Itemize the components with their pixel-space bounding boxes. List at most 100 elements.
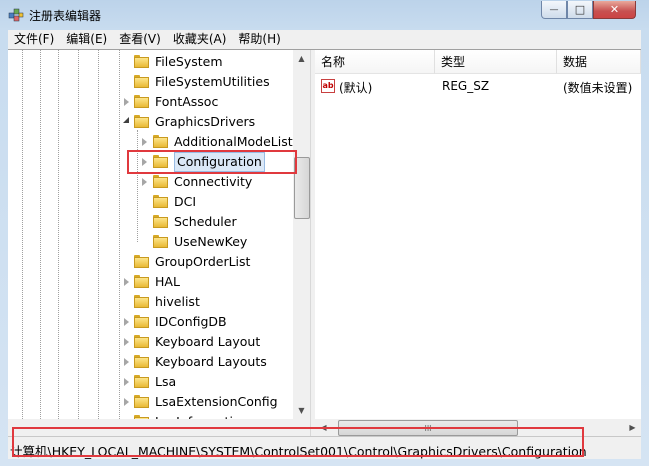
- value-name: (默认): [339, 81, 373, 95]
- registry-tree[interactable]: FileSystem FileSystemUtilities FontAssoc Gr…: [8, 50, 310, 436]
- tree-item-label: GroupOrderList: [155, 254, 251, 269]
- title-bar[interactable]: 注册表编辑器 — □ ✕: [0, 0, 649, 30]
- string-value-icon: ab: [321, 79, 335, 93]
- tree-bottom-edge: [8, 419, 310, 436]
- tree-item-label: FileSystemUtilities: [155, 74, 270, 89]
- tree-item[interactable]: Connectivity: [8, 172, 293, 192]
- tree-item[interactable]: LsaExtensionConfig: [8, 392, 293, 412]
- tree-item-label: Keyboard Layouts: [155, 354, 267, 369]
- menu-favorites[interactable]: 收藏夹(A): [167, 30, 233, 49]
- tree-item-label: Configuration: [174, 152, 265, 172]
- folder-icon: [153, 135, 168, 148]
- folder-icon: [134, 115, 149, 128]
- status-bar: 计算机\HKEY_LOCAL_MACHINE\SYSTEM\ControlSet…: [8, 436, 641, 459]
- scroll-up-arrow-icon[interactable]: ▲: [293, 50, 310, 67]
- registry-editor-icon: [8, 8, 24, 22]
- menu-help[interactable]: 帮助(H): [232, 30, 286, 49]
- collapsed-arrow-icon[interactable]: [124, 98, 129, 106]
- collapsed-arrow-icon[interactable]: [142, 178, 147, 186]
- tree-item-label: Keyboard Layout: [155, 334, 261, 349]
- folder-icon: [134, 295, 149, 308]
- tree-item[interactable]: GraphicsDrivers: [8, 112, 293, 132]
- collapsed-arrow-icon[interactable]: [124, 358, 129, 366]
- menu-bar: 文件(F) 编辑(E) 查看(V) 收藏夹(A) 帮助(H): [8, 30, 641, 49]
- scroll-right-arrow-icon[interactable]: ▶: [624, 419, 641, 436]
- tree-item[interactable]: DCI: [8, 192, 293, 212]
- folder-icon: [153, 175, 168, 188]
- tree-item[interactable]: UseNewKey: [8, 232, 293, 252]
- close-icon: ✕: [609, 3, 620, 16]
- folder-icon: [153, 155, 168, 168]
- column-header-name[interactable]: 名称: [315, 50, 435, 74]
- collapsed-arrow-icon[interactable]: [124, 398, 129, 406]
- menu-view[interactable]: 查看(V): [113, 30, 167, 49]
- expanded-arrow-icon[interactable]: [123, 117, 129, 123]
- tree-item-label: FileSystem: [155, 54, 223, 69]
- maximize-button[interactable]: □: [567, 1, 593, 19]
- close-button[interactable]: ✕: [593, 1, 636, 19]
- column-header-type[interactable]: 类型: [435, 50, 557, 74]
- tree-scroll-thumb[interactable]: [294, 157, 310, 219]
- tree-item-label: Lsa: [155, 374, 177, 389]
- minimize-icon: —: [549, 4, 559, 15]
- collapsed-arrow-icon[interactable]: [124, 378, 129, 386]
- tree-item[interactable]: FileSystem: [8, 52, 293, 72]
- folder-icon: [153, 195, 168, 208]
- scroll-left-arrow-icon[interactable]: ◀: [315, 419, 332, 436]
- folder-icon: [134, 95, 149, 108]
- tree-item-label: hivelist: [155, 294, 200, 309]
- tree-item[interactable]: FontAssoc: [8, 92, 293, 112]
- folder-icon: [153, 215, 168, 228]
- folder-icon: [134, 355, 149, 368]
- folder-icon: [134, 55, 149, 68]
- tree-item-label: LsaExtensionConfig: [155, 394, 278, 409]
- values-list[interactable]: 名称 类型 数据 ab (默认) REG_SZ (数值未设置) ◀ III ▶: [315, 50, 641, 436]
- folder-icon: [134, 335, 149, 348]
- list-scroll-thumb[interactable]: III: [338, 420, 518, 436]
- tree-item[interactable]: Keyboard Layout: [8, 332, 293, 352]
- collapsed-arrow-icon[interactable]: [124, 338, 129, 346]
- collapsed-arrow-icon[interactable]: [124, 318, 129, 326]
- collapsed-arrow-icon[interactable]: [124, 278, 129, 286]
- tree-item[interactable]: Scheduler: [8, 212, 293, 232]
- minimize-button[interactable]: —: [541, 1, 567, 19]
- tree-item[interactable]: Lsa: [8, 372, 293, 392]
- tree-item[interactable]: Keyboard Layouts: [8, 352, 293, 372]
- collapsed-arrow-icon[interactable]: [142, 158, 147, 166]
- tree-item-label: FontAssoc: [155, 94, 219, 109]
- registry-path: 计算机\HKEY_LOCAL_MACHINE\SYSTEM\ControlSet…: [10, 444, 587, 459]
- folder-icon: [134, 275, 149, 288]
- tree-vertical-scrollbar[interactable]: ▲ ▼: [293, 50, 310, 419]
- tree-item[interactable]: HAL: [8, 272, 293, 292]
- tree-item-label: HAL: [155, 274, 180, 289]
- folder-icon: [134, 75, 149, 88]
- tree-item[interactable]: AdditionalModeLists: [8, 132, 299, 152]
- tree-item[interactable]: FileSystemUtilities: [8, 72, 293, 92]
- content-area: FileSystem FileSystemUtilities FontAssoc Gr…: [8, 49, 641, 437]
- tree-item-label: Scheduler: [174, 214, 237, 229]
- window-title: 注册表编辑器: [29, 9, 102, 23]
- tree-item-label: IDConfigDB: [155, 314, 227, 329]
- folder-icon: [153, 235, 168, 248]
- tree-item[interactable]: GroupOrderList: [8, 252, 293, 272]
- menu-file[interactable]: 文件(F): [8, 30, 60, 49]
- scroll-grip-icon: III: [424, 423, 432, 433]
- registry-editor-window: 注册表编辑器 — □ ✕ 文件(F) 编辑(E) 查看(V) 收藏夹(A) 帮助…: [0, 0, 649, 466]
- collapsed-arrow-icon[interactable]: [142, 138, 147, 146]
- tree-item[interactable]: Configuration: [8, 152, 293, 172]
- value-type: REG_SZ: [442, 79, 490, 93]
- column-header-data[interactable]: 数据: [557, 50, 641, 74]
- value-data: (数值未设置): [563, 81, 633, 95]
- tree-item-label: GraphicsDrivers: [155, 114, 256, 129]
- folder-icon: [134, 375, 149, 388]
- tree-item[interactable]: IDConfigDB: [8, 312, 293, 332]
- value-row-default[interactable]: ab (默认) REG_SZ (数值未设置): [315, 77, 641, 97]
- scroll-down-arrow-icon[interactable]: ▼: [293, 402, 310, 419]
- folder-icon: [134, 255, 149, 268]
- tree-item[interactable]: hivelist: [8, 292, 293, 312]
- folder-icon: [134, 315, 149, 328]
- folder-icon: [134, 395, 149, 408]
- list-horizontal-scrollbar[interactable]: ◀ III ▶: [315, 419, 641, 436]
- tree-item-label: AdditionalModeLists: [174, 134, 300, 149]
- menu-edit[interactable]: 编辑(E): [60, 30, 113, 49]
